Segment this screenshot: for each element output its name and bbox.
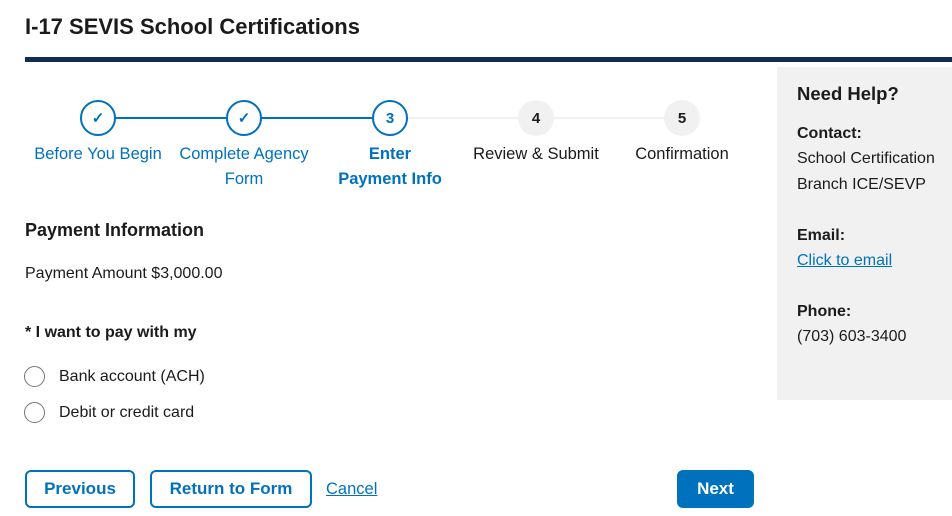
checkmark-icon: ✓ (80, 100, 116, 136)
phone-number: (703) 603-3400 (797, 328, 907, 345)
previous-button[interactable]: Previous (25, 470, 135, 508)
step-label: Confirmation (635, 145, 729, 163)
return-to-form-button[interactable]: Return to Form (150, 470, 312, 508)
checkmark-icon: ✓ (226, 100, 262, 136)
radio-option-card[interactable]: Debit or credit card (24, 402, 194, 423)
contact-label: Contact: (797, 125, 862, 142)
step-enter-payment-info: 3 Enter Payment Info (317, 100, 463, 192)
help-panel: Need Help? Contact: School Certification… (777, 67, 952, 400)
contact-line: Branch ICE/SEVP (797, 176, 926, 193)
step-number: 4 (518, 100, 554, 136)
step-before-you-begin[interactable]: ✓ Before You Begin (25, 100, 171, 167)
step-label: Enter Payment Info (338, 145, 442, 188)
title-divider (25, 57, 952, 62)
step-review-submit: 4 Review & Submit (463, 100, 609, 167)
step-label: Review & Submit (473, 145, 599, 163)
step-confirmation: 5 Confirmation (609, 100, 755, 167)
radio-button[interactable] (24, 402, 45, 423)
radio-button[interactable] (24, 366, 45, 387)
radio-label: Bank account (ACH) (59, 367, 205, 385)
email-label: Email: (797, 227, 846, 244)
step-label: Before You Begin (34, 145, 162, 163)
step-complete-agency-form[interactable]: ✓ Complete Agency Form (171, 100, 317, 192)
step-label: Complete Agency Form (179, 145, 309, 188)
email-link[interactable]: Click to email (797, 252, 892, 269)
section-heading: Payment Information (25, 220, 205, 240)
step-number: 5 (664, 100, 700, 136)
contact-line: School Certification (797, 150, 935, 167)
phone-label: Phone: (797, 303, 852, 320)
next-button[interactable]: Next (677, 470, 754, 508)
page-title: I-17 SEVIS School Certifications (25, 14, 360, 39)
payment-method-question: * I want to pay with my (25, 324, 197, 341)
radio-label: Debit or credit card (59, 403, 195, 421)
radio-option-bank-account[interactable]: Bank account (ACH) (24, 366, 205, 387)
payment-amount: Payment Amount $3,000.00 (25, 265, 223, 282)
cancel-link[interactable]: Cancel (326, 480, 377, 499)
progress-stepper: ✓ Before You Begin ✓ Complete Agency For… (24, 100, 759, 200)
step-number: 3 (372, 100, 408, 136)
help-title: Need Help? (797, 83, 899, 104)
